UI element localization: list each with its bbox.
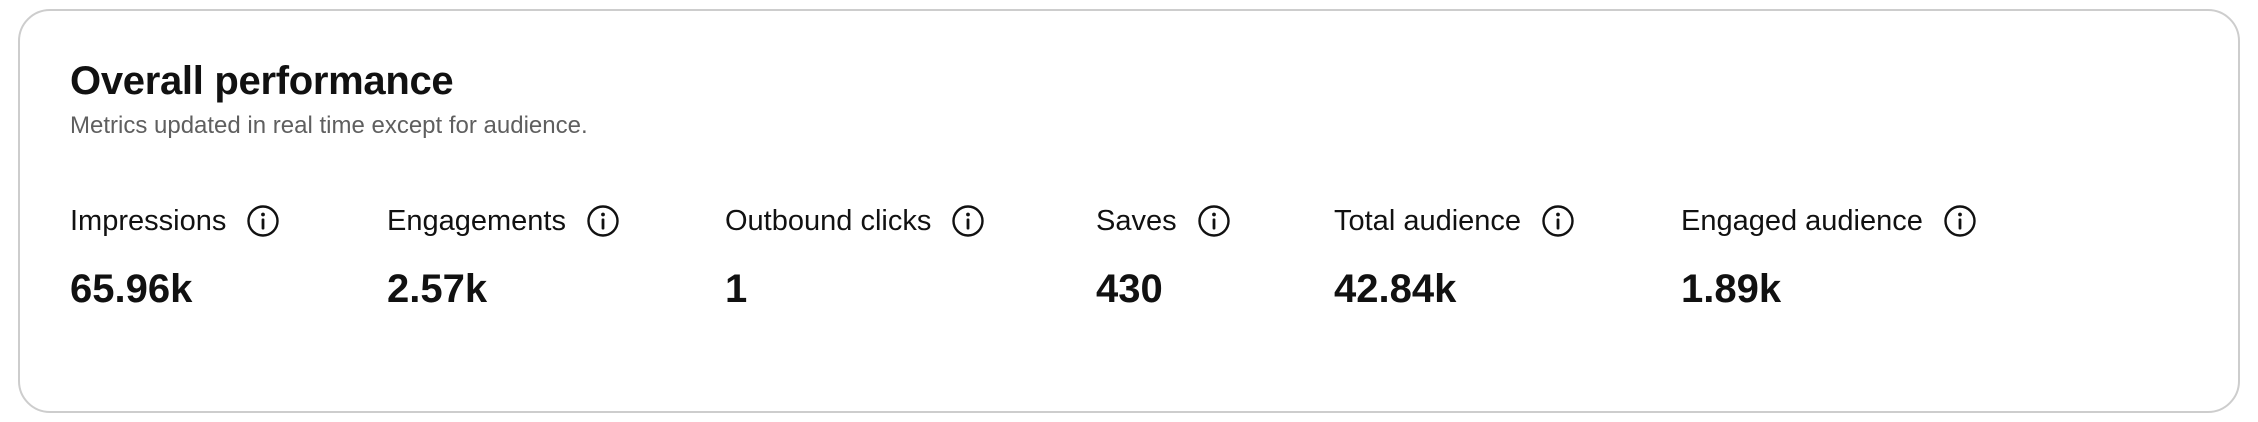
metric-value: 2.57k bbox=[387, 267, 488, 311]
metric-value: 430 bbox=[1096, 267, 1163, 311]
metric-label: Total audience bbox=[1334, 204, 1522, 237]
metric-label: Impressions bbox=[70, 204, 227, 237]
info-icon[interactable] bbox=[586, 204, 620, 238]
metric-total-audience: Total audience 42.84k bbox=[1334, 201, 1575, 312]
card-subtitle: Metrics updated in real time except for … bbox=[70, 112, 588, 139]
metric-value: 1.89k bbox=[1681, 267, 1782, 311]
metric-engaged-audience: Engaged audience 1.89k bbox=[1681, 201, 1977, 312]
info-icon[interactable] bbox=[1197, 204, 1231, 238]
metric-saves: Saves 430 bbox=[1096, 201, 1231, 312]
metric-outbound-clicks: Outbound clicks 1 bbox=[725, 201, 985, 312]
info-icon[interactable] bbox=[1541, 204, 1575, 238]
metric-value: 65.96k bbox=[70, 267, 193, 311]
metric-engagements: Engagements 2.57k bbox=[387, 201, 620, 312]
info-icon[interactable] bbox=[1943, 204, 1977, 238]
metric-impressions: Impressions 65.96k bbox=[70, 201, 280, 312]
overall-performance-card: Overall performance Metrics updated in r… bbox=[18, 9, 2240, 413]
metric-label: Engagements bbox=[387, 204, 566, 237]
metric-value: 1 bbox=[725, 267, 748, 311]
metric-label: Saves bbox=[1096, 204, 1177, 237]
card-title: Overall performance bbox=[70, 59, 454, 103]
info-icon[interactable] bbox=[951, 204, 985, 238]
metric-label: Outbound clicks bbox=[725, 204, 932, 237]
info-icon[interactable] bbox=[246, 204, 280, 238]
metric-value: 42.84k bbox=[1334, 267, 1457, 311]
metric-label: Engaged audience bbox=[1681, 204, 1923, 237]
